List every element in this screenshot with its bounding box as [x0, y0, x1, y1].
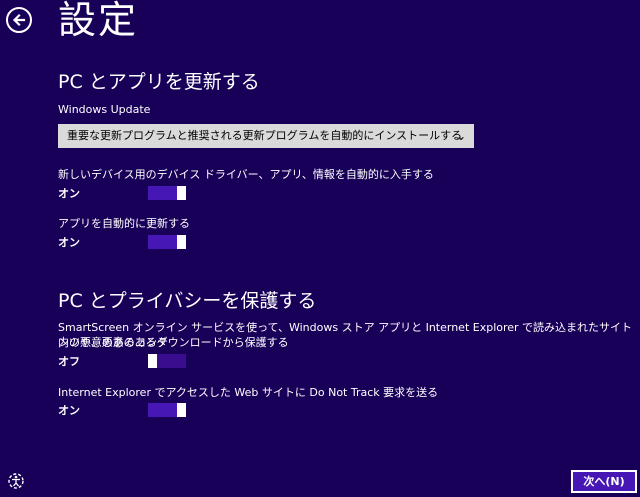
drivers-toggle[interactable] [148, 186, 186, 200]
smartscreen-toggle-track [157, 354, 186, 368]
back-button[interactable] [6, 7, 32, 33]
smartscreen-label-line2: ンツや、悪意のあるダウンロードから保護する [58, 336, 289, 349]
windows-update-selected: 重要な更新プログラムと推奨される更新プログラムを自動的にインストールする [67, 129, 463, 142]
page-title: 設定 [58, 0, 139, 42]
back-arrow-icon [12, 13, 26, 27]
drivers-state: オン [58, 187, 80, 200]
section-heading-update: PC とアプリを更新する [58, 71, 260, 93]
drivers-toggle-track [148, 186, 177, 200]
windows-update-label: Windows Update [58, 103, 151, 116]
apps-update-state: オン [58, 236, 80, 249]
dnt-label: Internet Explorer でアクセスした Web サイトに Do No… [58, 386, 439, 399]
dnt-toggle-track [148, 403, 177, 417]
settings-page: 設定 PC とアプリを更新する Windows Update 重要な更新プログラ… [0, 0, 640, 497]
dnt-toggle[interactable] [148, 403, 186, 417]
chevron-down-icon: ⌄ [455, 129, 466, 143]
dnt-state: オン [58, 404, 80, 417]
smartscreen-toggle[interactable] [148, 354, 186, 368]
smartscreen-state: オフ [58, 355, 80, 368]
smartscreen-toggle-thumb [148, 354, 157, 368]
apps-update-toggle-thumb [177, 235, 186, 249]
drivers-label: 新しいデバイス用のデバイス ドライバー、アプリ、情報を自動的に入手する [58, 168, 434, 181]
drivers-toggle-thumb [177, 186, 186, 200]
ease-of-access-button[interactable] [7, 472, 25, 490]
section-heading-privacy: PC とプライバシーを保護する [58, 290, 317, 312]
apps-update-toggle[interactable] [148, 235, 186, 249]
apps-update-label: アプリを自動的に更新する [58, 217, 190, 230]
next-button[interactable]: 次へ(N) [571, 470, 637, 493]
windows-update-dropdown[interactable]: 重要な更新プログラムと推奨される更新プログラムを自動的にインストールする ⌄ [58, 124, 474, 148]
dnt-toggle-thumb [177, 403, 186, 417]
apps-update-toggle-track [148, 235, 177, 249]
ease-of-access-icon [8, 473, 24, 489]
